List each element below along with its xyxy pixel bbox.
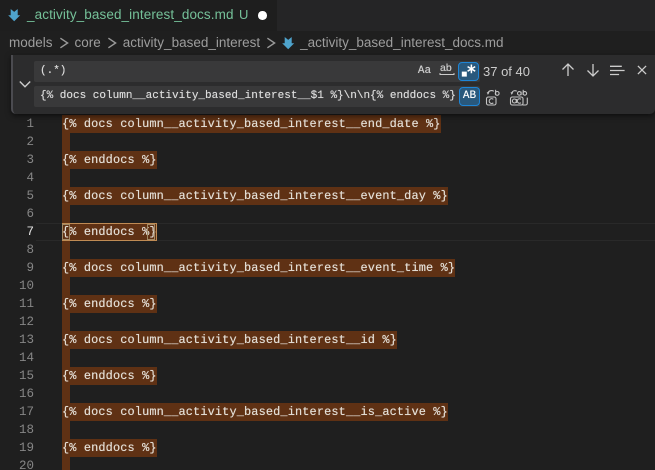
svg-text:ab: ab <box>440 62 452 74</box>
